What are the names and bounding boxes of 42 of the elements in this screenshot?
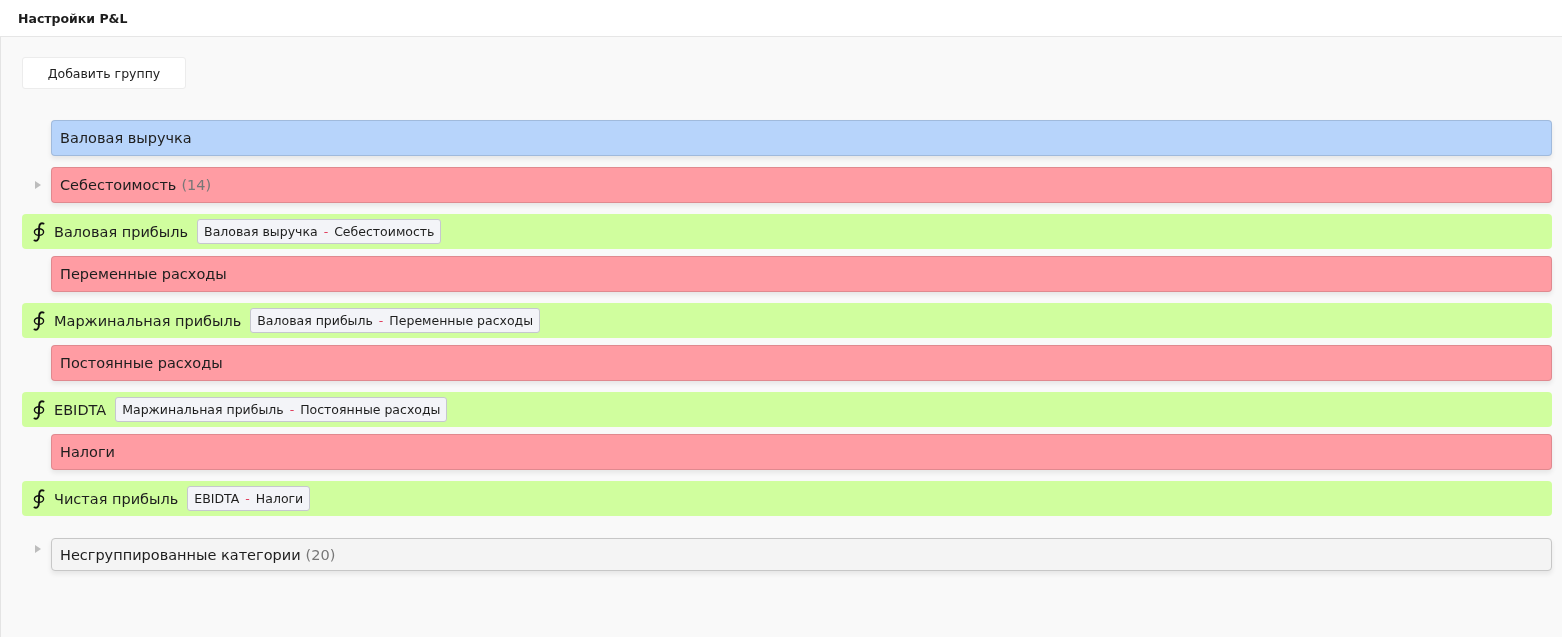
minus-operator: -: [323, 224, 329, 239]
ungrouped-row[interactable]: Несгруппированные категории (20): [51, 538, 1552, 571]
group-name: Несгруппированные категории: [60, 546, 301, 563]
formula-row[interactable]: Валовая прибыль Валовая выручка - Себестоимость: [22, 214, 1552, 249]
function-icon: [32, 221, 46, 242]
group-name: Валовая выручка: [60, 130, 192, 146]
formula-name: Маржинальная прибыль: [54, 312, 242, 329]
formula-operand: Постоянные расходы: [300, 402, 441, 417]
formula-row[interactable]: Маржинальная прибыль Валовая прибыль - Переменные расходы: [22, 303, 1552, 338]
function-icon: [32, 310, 46, 331]
formula-name: EBIDTA: [54, 401, 107, 418]
group-name: Себестоимость: [60, 177, 177, 193]
caret-right-icon[interactable]: [34, 545, 41, 553]
formula-name: Чистая прибыль: [54, 490, 179, 507]
minus-operator: -: [289, 402, 295, 417]
formula-operand: Валовая прибыль: [257, 313, 373, 328]
minus-operator: -: [378, 313, 384, 328]
minus-operator: -: [245, 491, 250, 506]
item-count: (20): [305, 546, 336, 563]
item-count: (14): [181, 177, 212, 193]
group-name: Постоянные расходы: [60, 355, 223, 371]
formula-operand: Себестоимость: [334, 224, 435, 239]
caret-right-icon[interactable]: [34, 181, 41, 189]
formula-operand: Маржинальная прибыль: [122, 402, 284, 417]
formula-operand: Валовая выручка: [204, 224, 318, 239]
formula-operand: EBIDTA: [194, 491, 240, 506]
formula-name: Валовая прибыль: [54, 223, 189, 240]
formula-operand: Переменные расходы: [389, 313, 534, 328]
formula-operand: Налоги: [255, 491, 304, 506]
formula-row[interactable]: Чистая прибыль EBIDTA - Налоги: [22, 481, 1552, 516]
formula-row[interactable]: EBIDTA Маржинальная прибыль - Постоянные расходы: [22, 392, 1552, 427]
group-name: Налоги: [60, 444, 115, 460]
group-name: Переменные расходы: [60, 266, 227, 282]
page-title: Настройки P&L: [18, 10, 128, 26]
group-row[interactable]: Переменные расходы: [51, 256, 1552, 292]
group-row[interactable]: Налоги: [51, 434, 1552, 470]
function-icon: [32, 399, 46, 420]
function-icon: [32, 488, 46, 509]
group-row[interactable]: Себестоимость (14): [51, 167, 1552, 203]
group-row[interactable]: Постоянные расходы: [51, 345, 1552, 381]
group-row[interactable]: Валовая выручка: [51, 120, 1552, 156]
add-group-button[interactable]: Добавить группу: [22, 57, 186, 89]
